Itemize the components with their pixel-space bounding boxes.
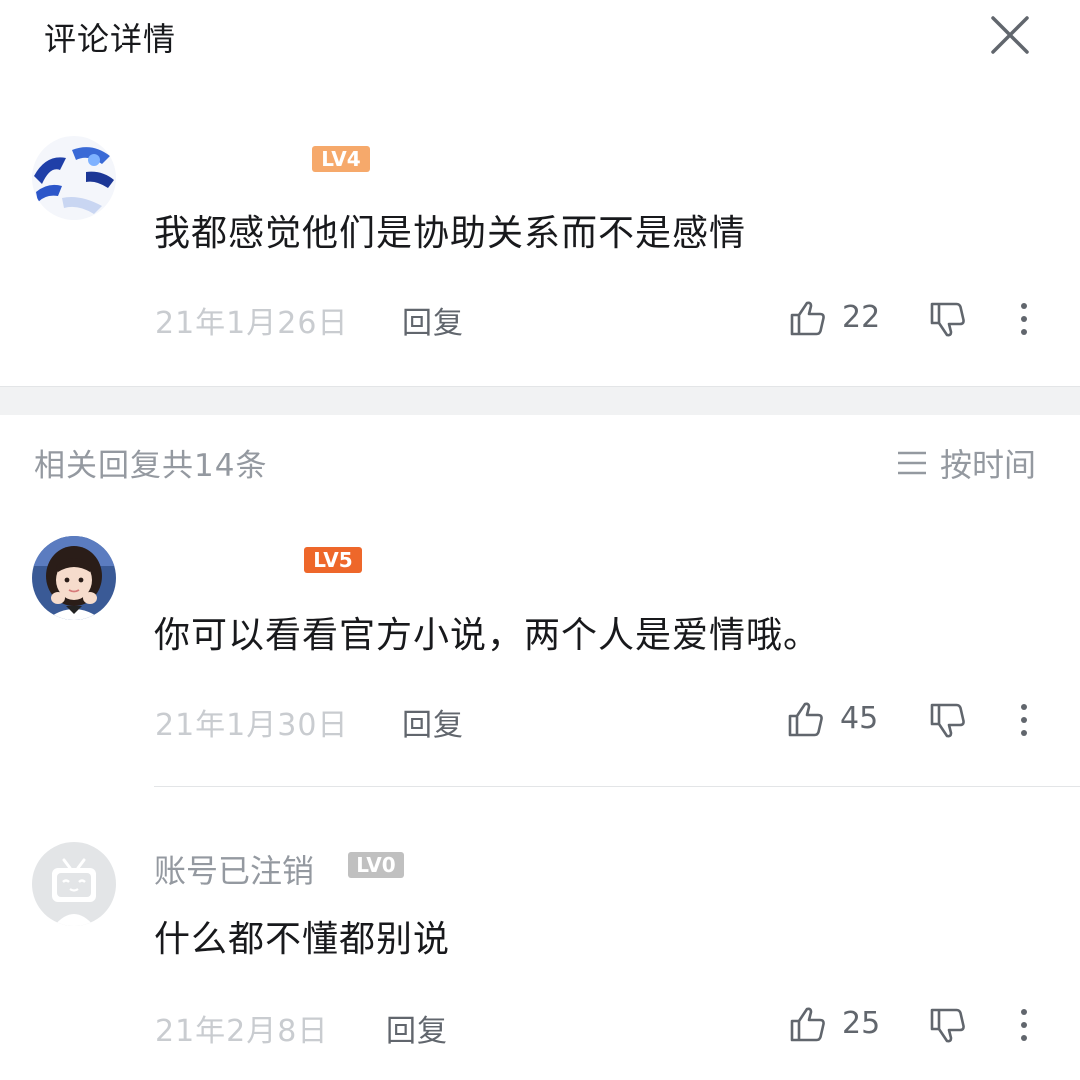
level-badge: LV5: [304, 547, 362, 573]
reply-button[interactable]: 回复: [402, 298, 464, 342]
like-count: 45: [840, 701, 879, 736]
dislike-icon[interactable]: [928, 1006, 968, 1046]
like-count: 22: [842, 300, 881, 335]
username[interactable]: 账号已注销: [154, 846, 314, 892]
reply-date: 21年2月8日: [155, 1014, 329, 1049]
close-button[interactable]: [985, 10, 1035, 60]
sort-icon: [898, 451, 926, 475]
more-icon[interactable]: [1004, 1005, 1044, 1045]
section-divider: [0, 386, 1080, 415]
like-icon[interactable]: [786, 699, 826, 739]
avatar[interactable]: [32, 536, 116, 620]
default-avatar-icon: [32, 842, 116, 926]
close-icon: [991, 16, 1029, 54]
comment-date: 21年1月26日: [155, 306, 349, 341]
reply-content: 什么都不懂都别说: [154, 919, 451, 960]
reply-divider: [154, 786, 1080, 787]
level-badge: LV0: [348, 852, 404, 878]
page-title: 评论详情: [44, 20, 177, 58]
sort-button[interactable]: 按时间: [896, 440, 1036, 486]
dislike-icon[interactable]: [928, 300, 968, 340]
reply-count-label: 相关回复共14条: [34, 448, 268, 484]
reply-date: 21年1月30日: [155, 708, 349, 743]
like-icon[interactable]: [788, 1004, 828, 1044]
dislike-icon[interactable]: [928, 701, 968, 741]
more-icon[interactable]: [1004, 299, 1044, 339]
like-count: 25: [842, 1006, 881, 1041]
svg-text:LV0: LV0: [356, 853, 395, 877]
more-icon[interactable]: [1004, 700, 1044, 740]
reply-button[interactable]: 回复: [386, 1006, 448, 1050]
avatar-image: [32, 536, 116, 620]
comment-content: 我都感觉他们是协助关系而不是感情: [154, 213, 747, 254]
svg-text:LV4: LV4: [321, 147, 360, 171]
avatar[interactable]: [32, 136, 116, 220]
reply-content: 你可以看看官方小说，两个人是爱情哦。: [154, 615, 821, 656]
level-badge: LV4: [312, 146, 370, 172]
avatar[interactable]: [32, 842, 116, 926]
svg-text:LV5: LV5: [313, 548, 352, 572]
like-icon[interactable]: [788, 298, 828, 338]
avatar-image: [32, 136, 116, 220]
sort-label: 按时间: [940, 446, 1037, 484]
reply-button[interactable]: 回复: [402, 700, 464, 744]
